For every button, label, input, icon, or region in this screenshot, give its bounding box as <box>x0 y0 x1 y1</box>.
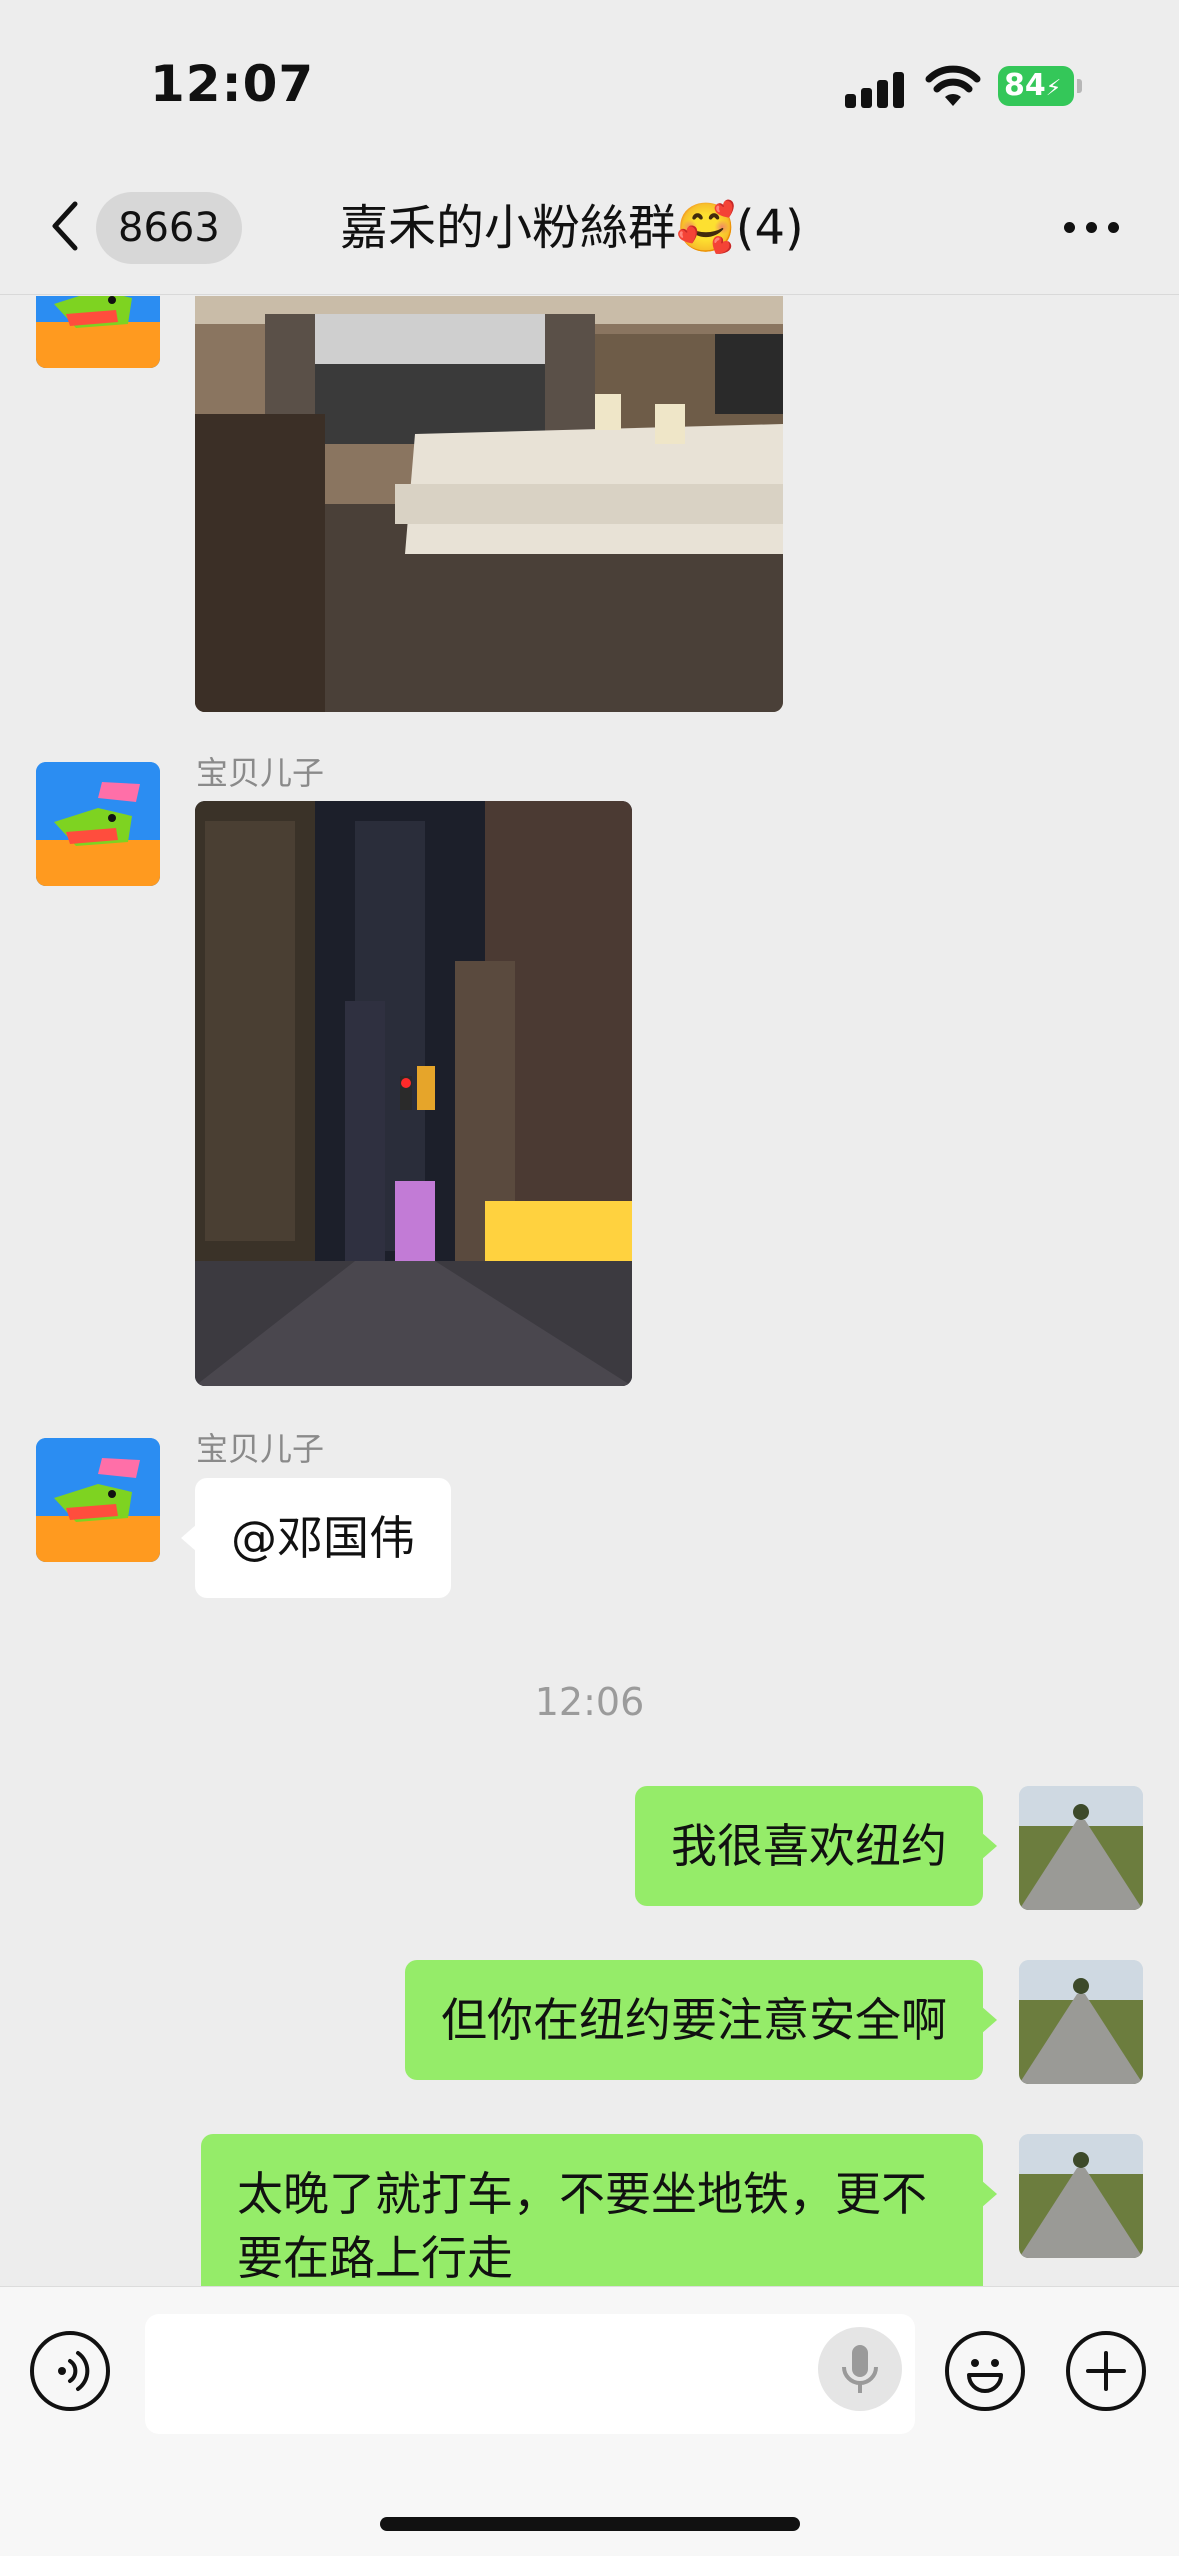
emoji-icon[interactable] <box>945 2331 1025 2411</box>
avatar[interactable] <box>36 1438 160 1562</box>
road-avatar-image <box>1019 1786 1143 1910</box>
voice-mode-icon[interactable] <box>30 2331 110 2411</box>
outgoing-message-bubble[interactable]: 但你在纽约要注意安全啊 <box>405 1960 997 2080</box>
message-input[interactable] <box>145 2314 915 2434</box>
message-input-bar <box>0 2286 1179 2556</box>
avatar[interactable] <box>1019 1960 1143 2084</box>
home-indicator[interactable] <box>380 2517 800 2531</box>
status-bar: 12:07 84⚡ <box>0 0 1179 170</box>
message-timestamp: 12:06 <box>534 1680 645 1724</box>
crocodile-avatar-image <box>36 1438 160 1562</box>
hotel-room-photo[interactable] <box>195 296 783 712</box>
avatar[interactable] <box>1019 1786 1143 1910</box>
message-list[interactable]: 宝贝儿子 宝贝儿子 @邓国伟 12:06 我很喜欢纽约 但你在纽约要注意安全啊 … <box>0 296 1179 2286</box>
incoming-message-bubble[interactable]: @邓国伟 <box>181 1478 451 1598</box>
crocodile-avatar-image <box>36 296 160 368</box>
avatar[interactable] <box>1019 2134 1143 2258</box>
wifi-icon <box>925 65 981 106</box>
microphone-icon[interactable] <box>818 2327 902 2411</box>
plus-icon[interactable] <box>1066 2331 1146 2411</box>
more-dots-icon[interactable] <box>1064 220 1124 236</box>
avatar[interactable] <box>36 762 160 886</box>
sender-name: 宝贝儿子 <box>196 754 325 792</box>
sender-name: 宝贝儿子 <box>196 1430 325 1468</box>
crocodile-avatar-image <box>36 762 160 886</box>
road-avatar-image <box>1019 2134 1143 2258</box>
chevron-left-icon[interactable] <box>45 196 85 256</box>
nyc-street-photo[interactable] <box>195 801 632 1386</box>
battery-icon: 84⚡ <box>998 66 1082 106</box>
avatar[interactable] <box>36 296 160 368</box>
cellular-signal-icon <box>845 70 907 108</box>
unread-count-badge[interactable]: 8663 <box>96 192 242 264</box>
chat-title: 嘉禾的小粉絲群🥰(4) <box>340 200 804 256</box>
battery-level: 84 <box>1004 68 1046 103</box>
chat-header: 8663 嘉禾的小粉絲群🥰(4) <box>0 170 1179 295</box>
status-time: 12:07 <box>150 55 315 113</box>
road-avatar-image <box>1019 1960 1143 2084</box>
outgoing-message-bubble[interactable]: 太晚了就打车，不要坐地铁，更不要在路上行走 <box>201 2134 997 2286</box>
outgoing-message-bubble[interactable]: 我很喜欢纽约 <box>635 1786 997 1906</box>
